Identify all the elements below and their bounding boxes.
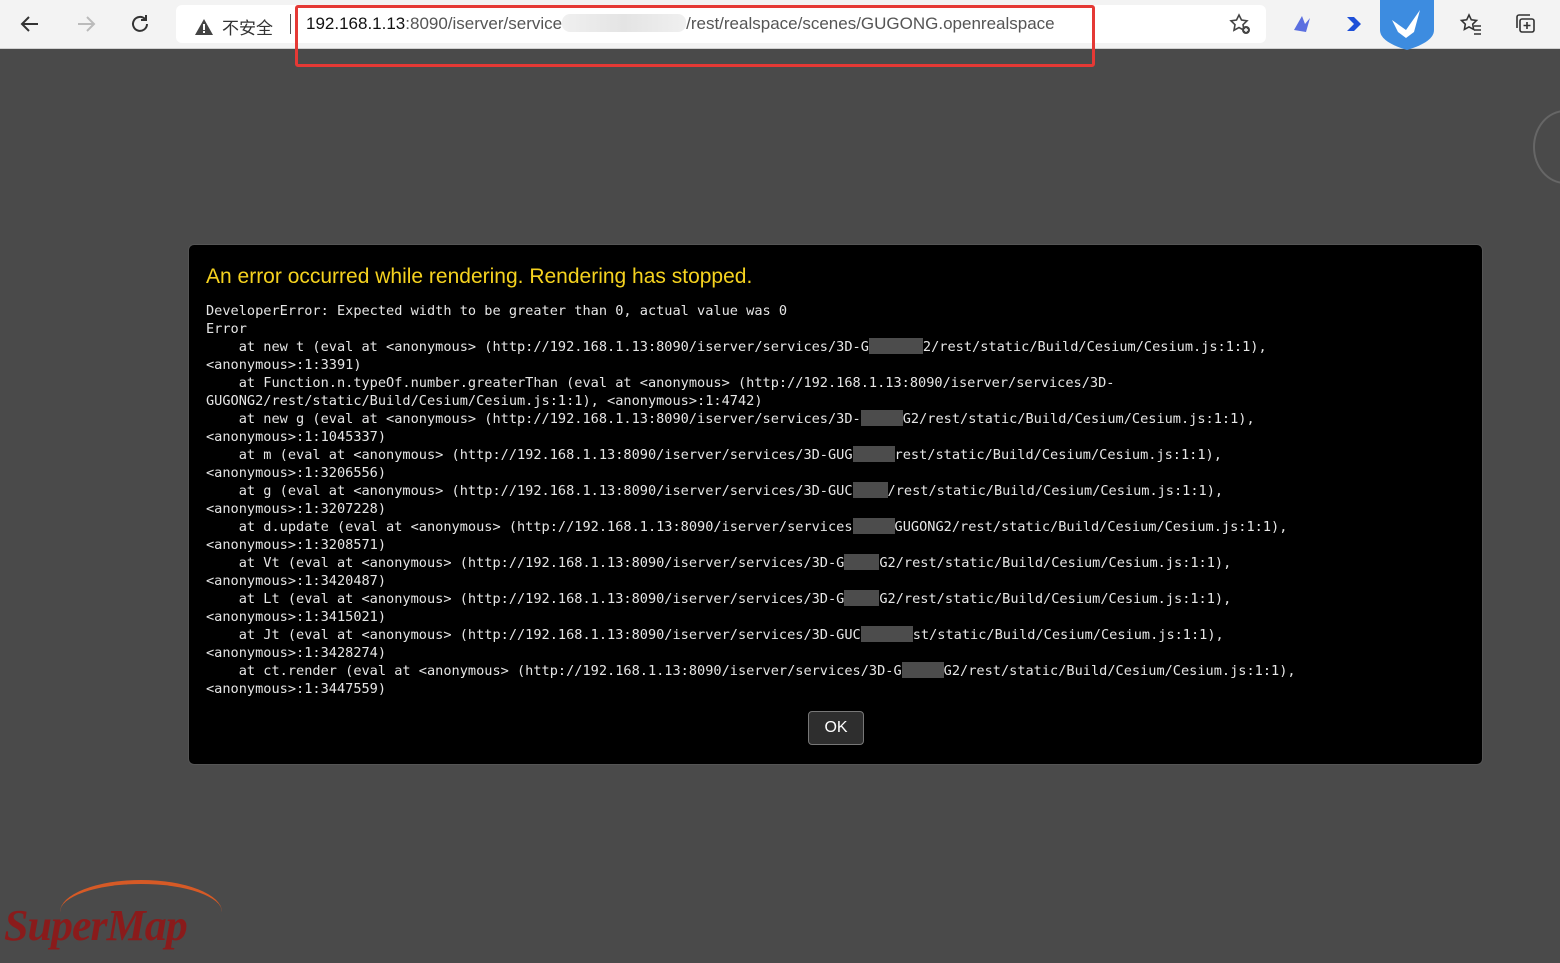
- message-line: at g (eval at <anonymous> (http://192.16…: [206, 483, 853, 499]
- ok-button[interactable]: OK: [808, 711, 864, 745]
- shield-extension-button[interactable]: [1376, 0, 1438, 50]
- chevron-extension-icon: [1347, 17, 1361, 31]
- message-line: <anonymous>:1:1045337): [206, 429, 387, 445]
- message-line: st/static/Build/Cesium/Cesium.js:1:1),: [912, 627, 1224, 643]
- forward-arrow-icon: [78, 16, 96, 32]
- message-line: GUGONG2/rest/static/Build/Cesium/Cesium.…: [894, 519, 1288, 535]
- redacted-text: [852, 518, 895, 534]
- favorites-icon: [1459, 13, 1481, 35]
- redacted-text: [901, 662, 944, 678]
- message-line: <anonymous>:1:3420487): [206, 573, 387, 589]
- extension-button-2[interactable]: [1338, 8, 1370, 40]
- error-message: DeveloperError: Expected width to be gre…: [206, 302, 1296, 698]
- message-line: at new t (eval at <anonymous> (http://19…: [206, 339, 869, 355]
- error-dialog: An error occurred while rendering. Rende…: [188, 244, 1483, 765]
- message-line: 2/rest/static/Build/Cesium/Cesium.js:1:1…: [922, 339, 1267, 355]
- message-line: <anonymous>:1:3415021): [206, 609, 387, 625]
- favorites-button[interactable]: [1455, 8, 1487, 40]
- message-line: at Jt (eval at <anonymous> (http://192.1…: [206, 627, 861, 643]
- message-line: at new g (eval at <anonymous> (http://19…: [206, 411, 861, 427]
- star-add-icon: [1229, 13, 1250, 34]
- security-indicator[interactable]: 不安全: [194, 14, 273, 39]
- message-line: <anonymous>:1:3447559): [206, 681, 387, 697]
- message-line: G2/rest/static/Build/Cesium/Cesium.js:1:…: [902, 411, 1255, 427]
- message-line: at d.update (eval at <anonymous> (http:/…: [206, 519, 853, 535]
- message-line: /rest/static/Build/Cesium/Cesium.js:1:1)…: [887, 483, 1224, 499]
- redacted-text: [860, 626, 913, 642]
- message-line: <anonymous>:1:3207228): [206, 501, 387, 517]
- message-line: <anonymous>:1:3391): [206, 357, 362, 373]
- navigation-control[interactable]: [1533, 110, 1560, 184]
- forward-button[interactable]: [70, 8, 102, 40]
- refresh-button[interactable]: [124, 8, 156, 40]
- bird-extension-icon: [1294, 16, 1310, 32]
- shield-bird-icon: [1380, 0, 1434, 50]
- extension-button[interactable]: [1286, 8, 1318, 40]
- refresh-icon: [132, 15, 148, 32]
- redacted-text: [860, 410, 903, 426]
- redacted-text: [852, 482, 888, 498]
- back-button[interactable]: [14, 8, 46, 40]
- redacted-text: [868, 338, 923, 354]
- collections-button[interactable]: [1510, 8, 1542, 40]
- message-line: <anonymous>:1:3428274): [206, 645, 387, 661]
- message-line: <anonymous>:1:3208571): [206, 537, 387, 553]
- message-line: DeveloperError: Expected width to be gre…: [206, 303, 788, 319]
- message-line: G2/rest/static/Build/Cesium/Cesium.js:1:…: [879, 591, 1232, 607]
- redacted-text: [844, 590, 880, 606]
- message-line: at Function.n.typeOf.number.greaterThan …: [206, 375, 1115, 391]
- address-highlight-box: [295, 5, 1095, 67]
- add-favorite-button[interactable]: [1224, 8, 1256, 40]
- message-line: <anonymous>:1:3206556): [206, 465, 387, 481]
- redacted-text: [844, 554, 880, 570]
- message-line: at Vt (eval at <anonymous> (http://192.1…: [206, 555, 845, 571]
- message-line: at m (eval at <anonymous> (http://192.16…: [206, 447, 853, 463]
- message-line: G2/rest/static/Build/Cesium/Cesium.js:1:…: [943, 663, 1296, 679]
- supermap-logo: SuperMap: [4, 901, 188, 950]
- address-separator: [290, 14, 291, 34]
- insecure-label: 不安全: [222, 19, 273, 38]
- warning-icon: [195, 18, 213, 35]
- message-line: at Lt (eval at <anonymous> (http://192.1…: [206, 591, 845, 607]
- message-line: G2/rest/static/Build/Cesium/Cesium.js:1:…: [879, 555, 1232, 571]
- back-arrow-icon: [20, 16, 38, 32]
- error-title: An error occurred while rendering. Rende…: [206, 265, 753, 288]
- collections-icon: [1516, 14, 1535, 33]
- message-line: rest/static/Build/Cesium/Cesium.js:1:1),: [894, 447, 1222, 463]
- redacted-text: [852, 446, 895, 462]
- message-line: GUGONG2/rest/static/Build/Cesium/Cesium.…: [206, 393, 763, 409]
- message-line: at ct.render (eval at <anonymous> (http:…: [206, 663, 902, 679]
- message-line: Error: [206, 321, 247, 337]
